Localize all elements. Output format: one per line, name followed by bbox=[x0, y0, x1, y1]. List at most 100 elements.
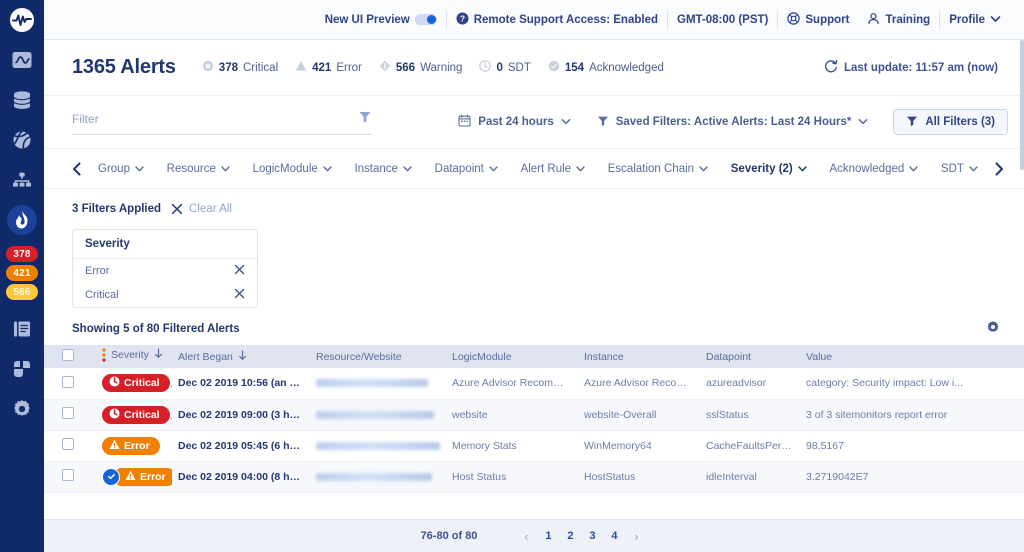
coltab-logicmodule[interactable]: LogicModule bbox=[253, 163, 332, 175]
pagination-prev[interactable]: ‹ bbox=[515, 529, 537, 544]
select-all-header[interactable] bbox=[44, 345, 96, 368]
sidebar-item-websites[interactable] bbox=[0, 120, 44, 160]
table-row[interactable]: Critical Dec 02 2019 10:56 (an hour) Azu… bbox=[44, 368, 1024, 399]
pagination-page-4[interactable]: 4 bbox=[603, 530, 625, 542]
sidebar-item-resources[interactable] bbox=[0, 80, 44, 120]
coltab-instance[interactable]: Instance bbox=[354, 163, 412, 175]
badge-critical[interactable]: 378 bbox=[6, 246, 38, 262]
coltab-group[interactable]: Group bbox=[98, 163, 144, 175]
stat-sdt-count: 0 bbox=[496, 61, 503, 74]
row-alert-began: Dec 02 2019 05:45 (6 hours) bbox=[178, 439, 310, 452]
row-checkbox[interactable] bbox=[62, 407, 74, 419]
row-select-cell[interactable] bbox=[44, 430, 96, 461]
sort-desc-icon[interactable] bbox=[154, 348, 163, 362]
col-header-datapoint[interactable]: Datapoint bbox=[700, 345, 800, 368]
filter-input-wrap[interactable] bbox=[72, 110, 372, 135]
coltab-escalation-chain[interactable]: Escalation Chain bbox=[608, 163, 708, 175]
stat-warning[interactable]: 566 Warning bbox=[379, 60, 463, 75]
logicmonitor-logo[interactable] bbox=[0, 0, 44, 40]
profile-menu[interactable]: Profile bbox=[940, 14, 1010, 26]
row-datapoint: CacheFaultsPerSec bbox=[706, 439, 800, 452]
coltab-label: Severity (2) bbox=[730, 162, 793, 175]
coltab-alert-rule[interactable]: Alert Rule bbox=[521, 163, 586, 175]
select-all-checkbox[interactable] bbox=[62, 349, 74, 361]
row-resource[interactable] bbox=[310, 430, 446, 461]
row-select-cell[interactable] bbox=[44, 368, 96, 399]
all-filters-button[interactable]: All Filters (3) bbox=[893, 109, 1008, 135]
sidebar-item-modules[interactable] bbox=[0, 349, 44, 389]
redacted-resource-name bbox=[316, 472, 432, 481]
badge-error[interactable]: 421 bbox=[6, 265, 38, 281]
coltab-datapoint[interactable]: Datapoint bbox=[435, 163, 498, 175]
coltab-acknowledged[interactable]: Acknowledged bbox=[829, 163, 918, 175]
last-update[interactable]: Last update: 11:57 am (now) bbox=[824, 59, 998, 76]
stat-sdt[interactable]: 0 SDT bbox=[479, 60, 531, 75]
page-scrollbar[interactable] bbox=[1020, 40, 1024, 170]
warning-diamond-icon bbox=[379, 60, 391, 75]
scroll-right-button[interactable] bbox=[986, 161, 1012, 176]
col-header-alert-began[interactable]: Alert Began bbox=[172, 345, 310, 368]
row-checkbox[interactable] bbox=[62, 375, 74, 388]
timezone-display[interactable]: GMT-08:00 (PST) bbox=[668, 14, 777, 26]
table-settings-gear-icon[interactable] bbox=[986, 320, 1000, 337]
column-filter-tabs: Group Resource LogicModule Instance Data… bbox=[44, 149, 1024, 189]
new-ui-preview-toggle[interactable]: New UI Preview bbox=[316, 14, 446, 26]
stat-warning-label: Warning bbox=[420, 61, 463, 74]
col-header-value[interactable]: Value bbox=[800, 345, 1024, 368]
col-header-instance[interactable]: Instance bbox=[578, 345, 700, 368]
row-checkbox[interactable] bbox=[62, 469, 74, 481]
row-resource[interactable] bbox=[310, 399, 446, 430]
table-row[interactable]: Error Dec 02 2019 05:45 (6 hours) Memory… bbox=[44, 430, 1024, 461]
row-resource[interactable] bbox=[310, 461, 446, 492]
pagination-page-2[interactable]: 2 bbox=[559, 530, 581, 542]
badge-warning[interactable]: 566 bbox=[6, 284, 38, 300]
sidebar-item-metrics[interactable] bbox=[0, 40, 44, 80]
pagination-next[interactable]: › bbox=[625, 529, 647, 544]
saved-filters-selector[interactable]: Saved Filters: Active Alerts: Last 24 Ho… bbox=[584, 115, 882, 130]
remote-support-access[interactable]: ? Remote Support Access: Enabled bbox=[447, 12, 667, 28]
sidebar-item-reports[interactable] bbox=[0, 309, 44, 349]
coltab-resource[interactable]: Resource bbox=[167, 163, 230, 175]
col-header-severity[interactable]: Severity bbox=[96, 345, 172, 368]
stat-error[interactable]: 421 Error bbox=[295, 60, 362, 75]
training-link[interactable]: Training bbox=[858, 12, 939, 28]
chevron-down-icon bbox=[561, 116, 571, 128]
table-row[interactable]: Critical Dec 02 2019 09:00 (3 hours) web… bbox=[44, 399, 1024, 430]
sidebar-item-mapping[interactable] bbox=[0, 160, 44, 200]
remove-filter-icon[interactable] bbox=[234, 264, 245, 278]
last-update-label: Last update: 11:57 am (now) bbox=[843, 61, 998, 74]
row-resource[interactable] bbox=[310, 368, 446, 399]
toggle-switch-icon[interactable] bbox=[414, 14, 437, 25]
coltab-severity[interactable]: Severity (2) bbox=[731, 163, 807, 175]
filter-input[interactable] bbox=[72, 112, 358, 126]
row-select-cell[interactable] bbox=[44, 399, 96, 430]
column-tabs-scroll: Group Resource LogicModule Instance Data… bbox=[90, 163, 986, 175]
stat-acknowledged[interactable]: 154 Acknowledged bbox=[548, 60, 664, 75]
pagination-page-1[interactable]: 1 bbox=[537, 530, 559, 542]
drag-handle-icon[interactable] bbox=[102, 348, 106, 362]
col-header-severity-label: Severity bbox=[111, 349, 149, 361]
funnel-icon[interactable] bbox=[358, 110, 372, 129]
clear-all-label: Clear All bbox=[189, 203, 232, 215]
sidebar-item-settings[interactable] bbox=[0, 389, 44, 429]
new-ui-preview-label: New UI Preview bbox=[324, 13, 410, 26]
error-icon bbox=[125, 470, 136, 484]
pagination-page-3[interactable]: 3 bbox=[581, 530, 603, 542]
sidebar-item-alerts[interactable] bbox=[0, 200, 44, 240]
row-checkbox[interactable] bbox=[62, 438, 74, 450]
support-link[interactable]: Support bbox=[778, 11, 858, 28]
clear-all-button[interactable]: Clear All bbox=[171, 203, 232, 215]
date-range-selector[interactable]: Past 24 hours bbox=[445, 114, 583, 130]
scroll-left-button[interactable] bbox=[64, 161, 90, 176]
saved-filters-label: Saved Filters: Active Alerts: Last 24 Ho… bbox=[615, 116, 852, 128]
col-header-resource[interactable]: Resource/Website bbox=[310, 345, 446, 368]
stat-critical[interactable]: 378 Critical bbox=[202, 60, 278, 75]
coltab-sdt[interactable]: SDT bbox=[941, 163, 978, 175]
table-row[interactable]: Error Dec 02 2019 04:00 (8 hours) Host S… bbox=[44, 461, 1024, 492]
remove-filter-icon[interactable] bbox=[234, 288, 245, 302]
sort-desc-icon[interactable] bbox=[238, 349, 247, 364]
stat-sdt-label: SDT bbox=[507, 61, 531, 74]
filter-chip-critical: Critical bbox=[73, 283, 257, 307]
row-select-cell[interactable] bbox=[44, 461, 96, 492]
col-header-logicmodule[interactable]: LogicModule bbox=[446, 345, 578, 368]
